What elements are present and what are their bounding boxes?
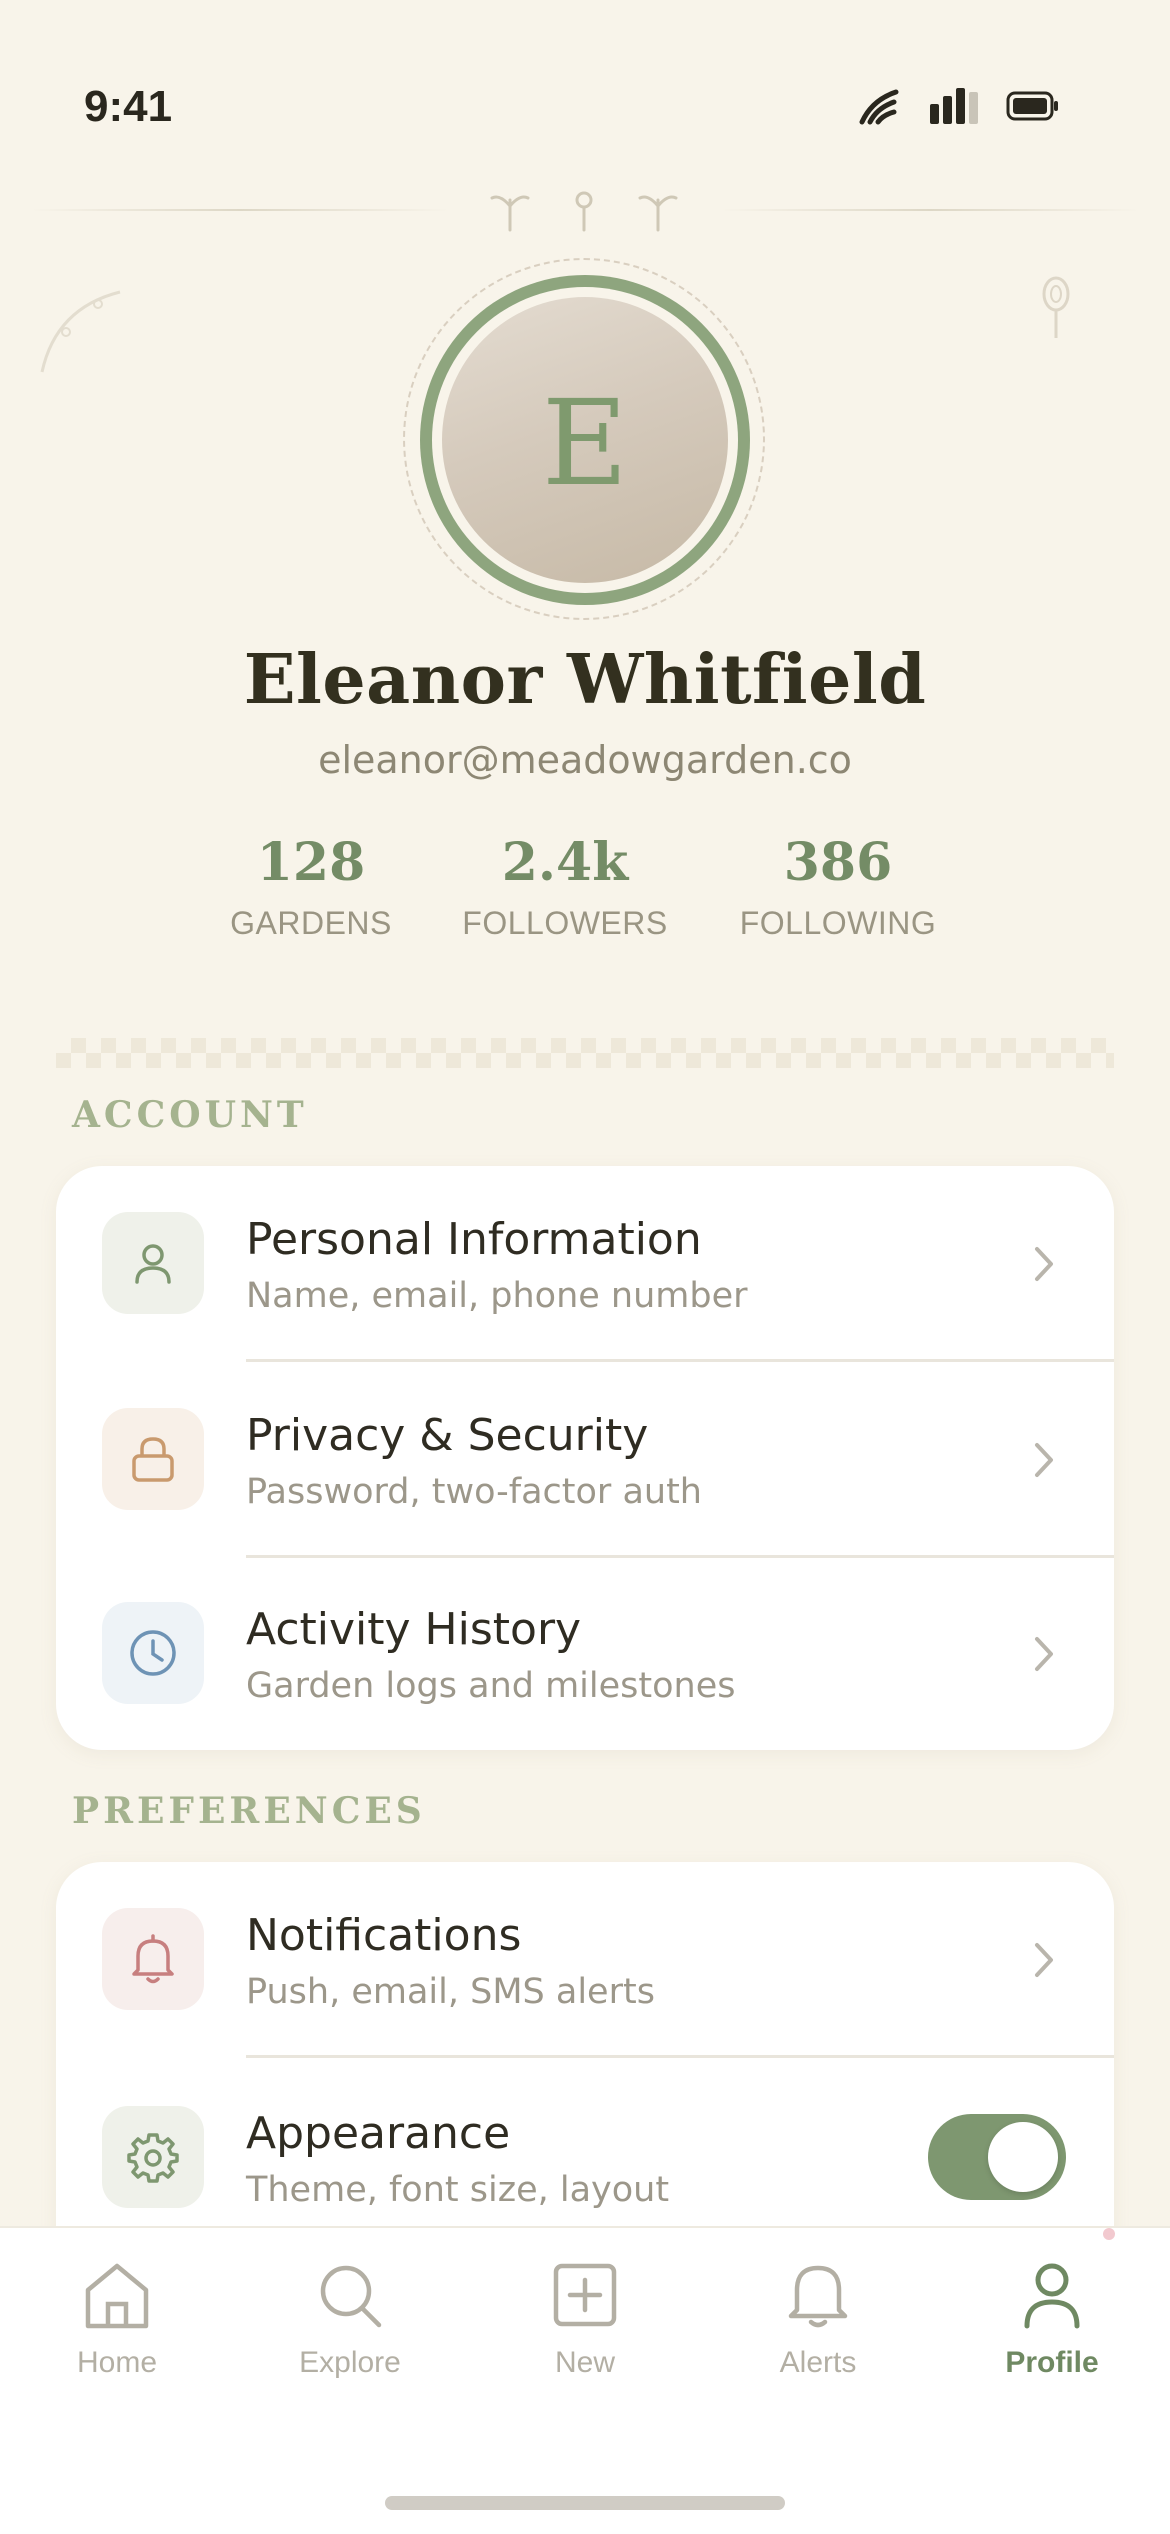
tab-profile[interactable]: Profile — [952, 2258, 1152, 2380]
profile-email: eleanor@meadowgarden.co — [318, 738, 852, 782]
lock-icon — [102, 1408, 204, 1510]
avatar-initial: E — [541, 374, 629, 512]
chevron-right-icon — [1024, 1434, 1064, 1486]
menu-item-title: Personal Information — [246, 1214, 702, 1265]
menu-item-activity-history[interactable]: Activity History Garden logs and milesto… — [56, 1556, 1114, 1750]
menu-item-subtitle: Password, two-factor auth — [246, 1472, 702, 1512]
menu-item-privacy-security[interactable]: Privacy & Security Password, two-factor … — [56, 1362, 1114, 1558]
menu-item-subtitle: Theme, font size, layout — [246, 2170, 670, 2210]
notification-dot — [1103, 2228, 1115, 2240]
stat-label: GARDENS — [230, 905, 392, 941]
menu-item-title: Activity History — [246, 1604, 582, 1655]
stat-value: 2.4k — [501, 832, 629, 893]
chevron-right-icon — [1024, 1628, 1064, 1680]
menu-item-subtitle: Garden logs and milestones — [246, 1666, 736, 1706]
pattern-divider — [56, 1038, 1114, 1068]
status-time: 9:41 — [84, 82, 173, 131]
profile-name: Eleanor Whitfield — [243, 640, 927, 720]
clock-icon — [102, 1602, 204, 1704]
user-icon — [1017, 2263, 1087, 2336]
preferences-card: Notifications Push, email, SMS alerts Ap… — [56, 1862, 1114, 2282]
tab-label: Alerts — [779, 2346, 857, 2379]
bell-icon — [102, 1908, 204, 2010]
appearance-toggle[interactable] — [928, 2114, 1066, 2200]
stat-gardens[interactable]: 128 GARDENS — [211, 832, 411, 942]
tab-label: Profile — [1005, 2346, 1099, 2379]
plus-square-icon — [550, 2263, 620, 2336]
wifi-icon — [858, 86, 902, 130]
tab-label: Home — [76, 2346, 158, 2379]
menu-item-notifications[interactable]: Notifications Push, email, SMS alerts — [56, 1862, 1114, 2058]
tab-label: New — [554, 2346, 615, 2379]
section-label-account: ACCOUNT — [72, 1094, 308, 1136]
sprout-ornament — [484, 186, 684, 240]
menu-item-title: Appearance — [246, 2108, 511, 2159]
tab-new[interactable]: New — [485, 2258, 685, 2380]
home-indicator — [385, 2496, 785, 2510]
tab-explore[interactable]: Explore — [250, 2258, 450, 2380]
menu-item-subtitle: Name, email, phone number — [246, 1276, 748, 1316]
signal-icon — [928, 86, 980, 130]
stat-label: FOLLOWING — [739, 905, 937, 941]
stat-following[interactable]: 386 FOLLOWING — [728, 832, 948, 942]
tab-alerts[interactable]: Alerts — [718, 2258, 918, 2380]
stat-label: FOLLOWERS — [462, 905, 668, 941]
tab-bar: Home Explore New Alerts Profile — [0, 2226, 1170, 2534]
section-label-preferences: PREFERENCES — [72, 1790, 426, 1832]
toggle-knob — [988, 2122, 1058, 2192]
avatar[interactable]: E — [442, 297, 728, 583]
divider-line — [720, 209, 1140, 211]
seed-ornament — [1038, 272, 1074, 346]
status-icons — [858, 86, 1060, 130]
tab-label: Explore — [299, 2346, 401, 2379]
user-icon — [102, 1212, 204, 1314]
chevron-right-icon — [1024, 1238, 1064, 1290]
menu-item-personal-information[interactable]: Personal Information Name, email, phone … — [56, 1166, 1114, 1362]
gear-icon — [102, 2106, 204, 2208]
bell-icon — [783, 2265, 853, 2336]
stat-value: 386 — [783, 832, 893, 893]
stat-followers[interactable]: 2.4k FOLLOWERS — [455, 832, 675, 942]
divider-line — [30, 209, 450, 211]
menu-item-title: Notifications — [246, 1910, 522, 1961]
battery-icon — [1006, 90, 1060, 126]
search-icon — [315, 2265, 385, 2336]
leaf-ornament — [36, 288, 126, 382]
stat-value: 128 — [256, 832, 366, 893]
home-icon — [82, 2263, 152, 2336]
menu-item-title: Privacy & Security — [246, 1410, 649, 1461]
account-card: Personal Information Name, email, phone … — [56, 1166, 1114, 1750]
menu-item-subtitle: Push, email, SMS alerts — [246, 1972, 655, 2012]
chevron-right-icon — [1024, 1934, 1064, 1986]
row-divider — [246, 2055, 1114, 2058]
tab-home[interactable]: Home — [17, 2258, 217, 2380]
